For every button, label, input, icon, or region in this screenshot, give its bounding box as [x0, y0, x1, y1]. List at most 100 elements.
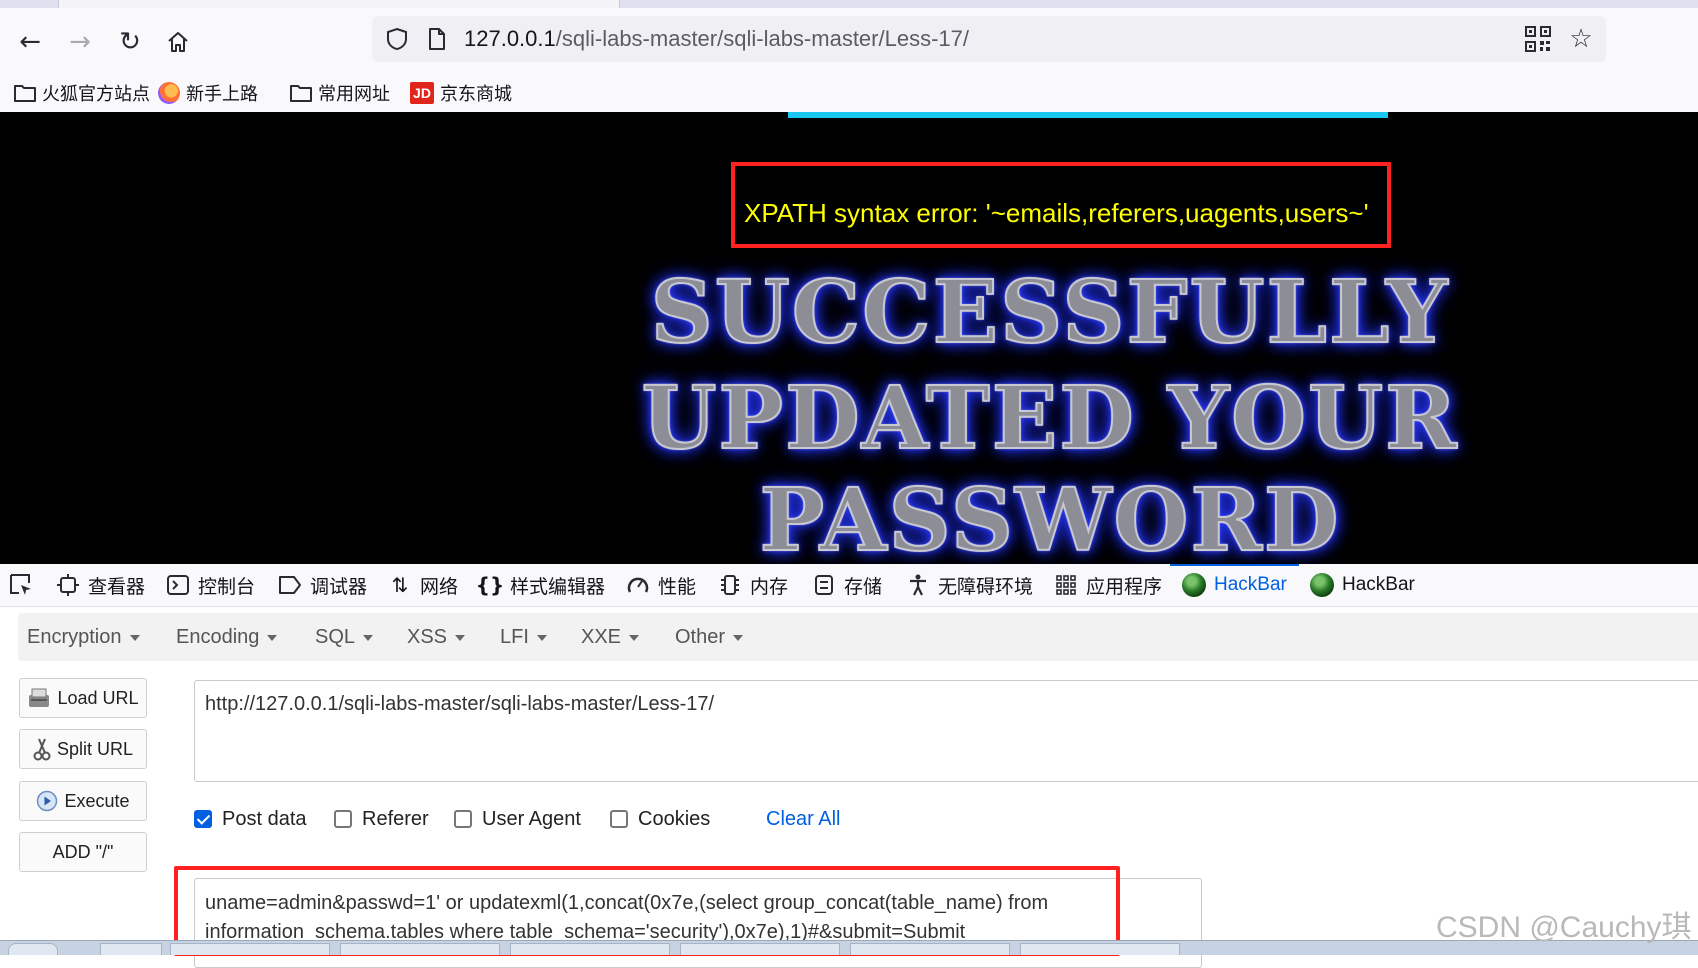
- tab-debugger[interactable]: 调试器: [278, 564, 367, 606]
- tab-label: 控制台: [198, 576, 256, 598]
- url-host: 127.0.0.1: [464, 26, 556, 51]
- element-picker-button[interactable]: [8, 564, 34, 606]
- url-text[interactable]: 127.0.0.1/sqli-labs-master/sqli-labs-mas…: [464, 26, 969, 52]
- bookmark-firefox-site[interactable]: 火狐官方站点: [14, 78, 150, 108]
- menu-xss[interactable]: XSS: [407, 613, 466, 661]
- tab-performance[interactable]: 性能: [626, 564, 696, 606]
- bookmark-common-sites[interactable]: 常用网址: [290, 78, 390, 108]
- reload-button[interactable]: ↻: [110, 22, 150, 62]
- taskbar-item[interactable]: [170, 943, 330, 955]
- tab-storage[interactable]: 存储: [812, 564, 882, 606]
- bookmark-label: 常用网址: [318, 84, 390, 104]
- tab-label: 应用程序: [1086, 576, 1163, 598]
- taskbar-item[interactable]: [100, 943, 162, 955]
- tab-hackbar[interactable]: HackBar: [1310, 564, 1415, 606]
- forward-button[interactable]: →: [60, 22, 100, 62]
- taskbar-item[interactable]: [340, 943, 500, 955]
- back-button[interactable]: ←: [10, 22, 50, 62]
- tab-memory[interactable]: 内存: [718, 564, 788, 606]
- active-tab[interactable]: [58, 0, 620, 8]
- url-textarea[interactable]: http://127.0.0.1/sqli-labs-master/sqli-l…: [194, 680, 1698, 782]
- page-icon[interactable]: [424, 24, 450, 54]
- memory-icon: [718, 573, 742, 597]
- menu-sql[interactable]: SQL: [315, 613, 374, 661]
- referer-checkbox[interactable]: Referer: [334, 804, 429, 834]
- taskbar-item[interactable]: [680, 943, 840, 955]
- execute-button[interactable]: Execute: [19, 781, 147, 821]
- style-editor-icon: {}: [475, 573, 505, 597]
- caret-down-icon: [455, 635, 466, 641]
- tab-label: 内存: [750, 576, 789, 598]
- caret-down-icon: [733, 635, 744, 641]
- button-label: ADD "/": [52, 841, 114, 862]
- tab-inspector[interactable]: 查看器: [56, 564, 145, 606]
- checkbox-label: Referer: [362, 807, 429, 830]
- bookmark-getting-started[interactable]: 新手上路: [158, 78, 258, 108]
- bookmarks-toolbar: 火狐官方站点 新手上路 常用网址 JD 京东商城: [0, 74, 1698, 113]
- jd-icon: JD: [410, 82, 434, 104]
- post-data-checkbox[interactable]: Post data: [194, 804, 307, 834]
- performance-icon: [626, 573, 650, 597]
- user-agent-checkbox[interactable]: User Agent: [454, 804, 581, 834]
- tab-label: 无障碍环境: [938, 576, 1034, 598]
- banner-line-2: UPDATED YOUR: [640, 367, 1459, 470]
- taskbar-item[interactable]: [850, 943, 1010, 955]
- folder-icon: [290, 84, 312, 102]
- tab-label: 存储: [844, 576, 883, 598]
- tab-label: 查看器: [88, 576, 146, 598]
- address-bar[interactable]: 127.0.0.1/sqli-labs-master/sqli-labs-mas…: [372, 16, 1606, 62]
- tab-style-editor[interactable]: {} 样式编辑器: [475, 564, 605, 606]
- qr-code-icon[interactable]: [1524, 25, 1552, 53]
- url-value: http://127.0.0.1/sqli-labs-master/sqli-l…: [205, 693, 715, 715]
- menu-encryption[interactable]: Encryption: [27, 613, 140, 661]
- bookmark-label: 京东商城: [440, 84, 512, 104]
- button-label: Execute: [64, 790, 130, 811]
- checkbox-icon[interactable]: [334, 810, 352, 828]
- bookmark-label: 火狐官方站点: [42, 84, 150, 104]
- add-slash-button[interactable]: ADD "/": [19, 832, 147, 872]
- clear-all-link[interactable]: Clear All: [766, 804, 840, 834]
- hackbar-icon: [1310, 573, 1334, 597]
- menu-lfi[interactable]: LFI: [500, 613, 547, 661]
- bookmark-star-icon[interactable]: ☆: [1564, 22, 1598, 56]
- checkbox-icon[interactable]: [610, 810, 628, 828]
- shield-icon[interactable]: [382, 24, 412, 54]
- tab-hackbar-active[interactable]: HackBar: [1170, 564, 1299, 606]
- network-icon: ⇅: [391, 573, 409, 597]
- load-icon: [27, 687, 51, 709]
- error-message: XPATH syntax error: '~emails,referers,ua…: [744, 198, 1369, 228]
- home-button[interactable]: [158, 22, 198, 62]
- caret-down-icon: [267, 635, 278, 641]
- arrow-right-icon: →: [69, 27, 91, 57]
- tab-network[interactable]: ⇅ 网络: [388, 564, 458, 606]
- button-label: Load URL: [57, 687, 139, 708]
- banner-line-3: PASSWORD: [758, 469, 1341, 564]
- watermark: CSDN @Cauchy琪: [1436, 911, 1692, 944]
- checkbox-checked-icon[interactable]: [194, 810, 212, 828]
- banner-line-1: SUCCESSFULLY: [650, 261, 1450, 364]
- menu-xxe[interactable]: XXE: [581, 613, 640, 661]
- taskbar-start[interactable]: [8, 943, 58, 955]
- split-url-button[interactable]: Split URL: [19, 729, 147, 769]
- load-url-button[interactable]: Load URL: [19, 678, 147, 718]
- cookies-checkbox[interactable]: Cookies: [610, 804, 710, 834]
- application-icon: [1054, 573, 1078, 597]
- page-content: XPATH syntax error: '~emails,referers,ua…: [0, 112, 1698, 564]
- tab-accessibility[interactable]: 无障碍环境: [906, 564, 1033, 606]
- taskbar-item[interactable]: [1020, 943, 1180, 955]
- checkbox-label: User Agent: [482, 807, 581, 830]
- console-icon: [166, 573, 190, 597]
- menu-other[interactable]: Other: [675, 613, 744, 661]
- bookmark-jd-mall[interactable]: JD 京东商城: [410, 78, 512, 108]
- checkbox-icon[interactable]: [454, 810, 472, 828]
- taskbar-item[interactable]: [510, 943, 670, 955]
- hackbar-menu: Encryption Encoding SQL XSS LFI XXE Othe…: [18, 613, 1698, 661]
- tab-label: 网络: [420, 576, 459, 598]
- accessibility-icon: [906, 573, 930, 597]
- tab-label: 性能: [658, 576, 697, 598]
- tab-strip: [0, 0, 1698, 8]
- tab-application[interactable]: 应用程序: [1054, 564, 1162, 606]
- menu-encoding[interactable]: Encoding: [176, 613, 278, 661]
- tab-console[interactable]: 控制台: [166, 564, 255, 606]
- tab-label: HackBar: [1214, 574, 1287, 595]
